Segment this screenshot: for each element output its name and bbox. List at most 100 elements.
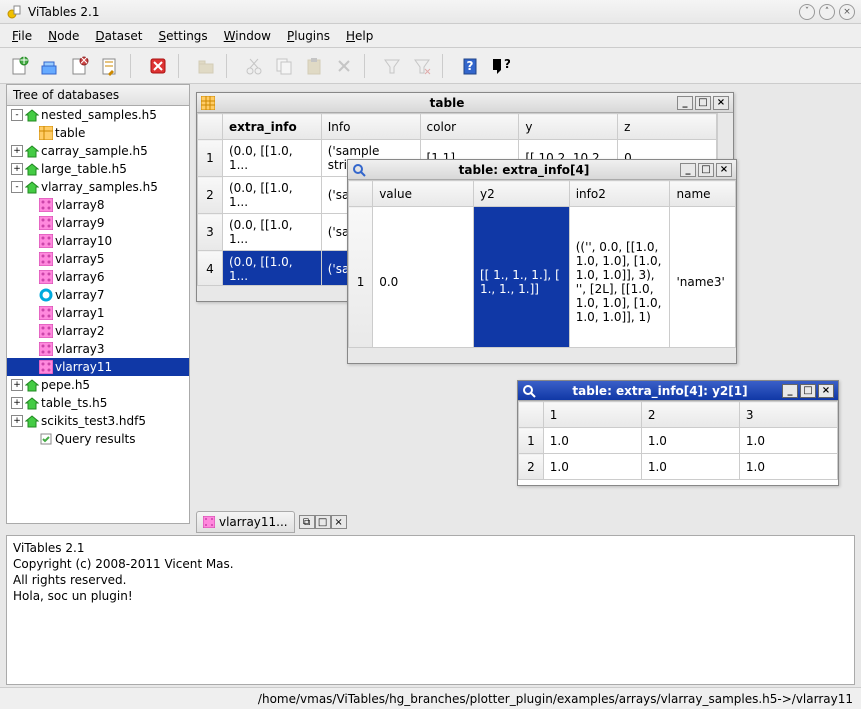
column-header[interactable]: 2 [641, 402, 739, 428]
y2-grid[interactable]: 12311.01.01.021.01.01.0 [518, 401, 838, 480]
tree-expander[interactable]: + [11, 163, 23, 175]
mdi-y2-titlebar[interactable]: table: extra_info[4]: y2[1] _ □ × [518, 381, 838, 401]
tree-item[interactable]: -nested_samples.h5 [7, 106, 189, 124]
column-header[interactable]: 1 [543, 402, 641, 428]
tree-item[interactable]: vlarray8 [7, 196, 189, 214]
column-header[interactable]: color [420, 114, 519, 140]
remove-button[interactable] [330, 52, 358, 80]
column-header[interactable]: extra_info [222, 114, 321, 140]
row-header[interactable]: 4 [198, 251, 223, 286]
cut-button[interactable] [240, 52, 268, 80]
tab-close-button[interactable]: × [331, 515, 347, 529]
table-cell[interactable]: [[ 1., 1., 1.], [ 1., 1., 1.]] [473, 207, 569, 348]
column-header[interactable]: y2 [473, 181, 569, 207]
column-header[interactable]: Info [321, 114, 420, 140]
table-cell[interactable]: (0.0, [[1.0, 1... [222, 214, 321, 251]
tree-item[interactable]: vlarray9 [7, 214, 189, 232]
open-button[interactable] [36, 52, 64, 80]
table-cell[interactable]: 0.0 [373, 207, 474, 348]
mdi-maximize-button[interactable]: □ [695, 96, 711, 110]
mdi-close-button[interactable]: × [713, 96, 729, 110]
column-header[interactable]: z [618, 114, 717, 140]
mdi-maximize-button[interactable]: □ [800, 384, 816, 398]
tree-item[interactable]: +large_table.h5 [7, 160, 189, 178]
tree-expander[interactable]: - [11, 109, 23, 121]
tree-item[interactable]: vlarray11 [7, 358, 189, 376]
tree-expander[interactable]: + [11, 145, 23, 157]
tree-expander[interactable]: - [11, 181, 23, 193]
tree-item[interactable]: vlarray2 [7, 322, 189, 340]
menu-file[interactable]: File [4, 26, 40, 46]
tree-expander[interactable]: + [11, 415, 23, 427]
tab-maximize-button[interactable]: □ [315, 515, 331, 529]
tree-item[interactable]: +table_ts.h5 [7, 394, 189, 412]
extrainfo-grid[interactable]: valuey2info2name 10.0[[ 1., 1., 1.], [ 1.… [348, 180, 736, 347]
menu-dataset[interactable]: Dataset [87, 26, 150, 46]
column-header[interactable]: info2 [569, 181, 670, 207]
tree-item[interactable]: vlarray3 [7, 340, 189, 358]
tree-item[interactable]: +carray_sample.h5 [7, 142, 189, 160]
column-header[interactable]: value [373, 181, 474, 207]
table-cell[interactable]: (0.0, [[1.0, 1... [222, 177, 321, 214]
close-button[interactable]: × [839, 4, 855, 20]
column-header[interactable]: 3 [739, 402, 837, 428]
tree-item[interactable]: vlarray6 [7, 268, 189, 286]
menu-node[interactable]: Node [40, 26, 87, 46]
tree-item[interactable]: table [7, 124, 189, 142]
tree-expander[interactable]: + [11, 397, 23, 409]
table-cell[interactable]: 1.0 [739, 428, 837, 454]
tree-item[interactable]: vlarray7 [7, 286, 189, 304]
table-cell[interactable]: 1.0 [641, 428, 739, 454]
row-header[interactable]: 1 [519, 428, 544, 454]
mdi-minimize-button[interactable]: _ [782, 384, 798, 398]
tree-item[interactable]: vlarray1 [7, 304, 189, 322]
paste-button[interactable] [300, 52, 328, 80]
mdi-table-titlebar[interactable]: table _ □ × [197, 93, 733, 113]
folder-button[interactable] [192, 52, 220, 80]
menu-window[interactable]: Window [216, 26, 279, 46]
tree-body[interactable]: -nested_samples.h5table+carray_sample.h5… [7, 106, 189, 524]
filter-clear-button[interactable] [408, 52, 436, 80]
table-cell[interactable]: 1.0 [543, 428, 641, 454]
menu-help[interactable]: Help [338, 26, 381, 46]
mdi-extrainfo-titlebar[interactable]: table: extra_info[4] _ □ × [348, 160, 736, 180]
tab-vlarray11[interactable]: vlarray11... [196, 511, 295, 533]
close-file-button[interactable]: × [66, 52, 94, 80]
row-header[interactable]: 3 [198, 214, 223, 251]
tree-item[interactable]: +pepe.h5 [7, 376, 189, 394]
whats-this-button[interactable]: ? [486, 52, 514, 80]
maximize-button[interactable]: ˄ [819, 4, 835, 20]
horizontal-scrollbar[interactable] [348, 347, 736, 363]
row-header[interactable]: 2 [519, 454, 544, 480]
mdi-close-button[interactable]: × [716, 163, 732, 177]
table-cell[interactable]: (0.0, [[1.0, 1... [222, 251, 321, 286]
tree-item[interactable]: Query results [7, 430, 189, 448]
row-header[interactable]: 1 [198, 140, 223, 177]
mdi-close-button[interactable]: × [818, 384, 834, 398]
minimize-button[interactable]: ˇ [799, 4, 815, 20]
row-header[interactable]: 2 [198, 177, 223, 214]
tab-restore-button[interactable]: ⧉ [299, 515, 315, 529]
table-cell[interactable]: (('', 0.0, [[1.0, 1.0, 1.0], [1.0, 1.0, … [569, 207, 670, 348]
row-header[interactable]: 1 [349, 207, 373, 348]
tree-item[interactable]: +scikits_test3.hdf5 [7, 412, 189, 430]
filter-button[interactable] [378, 52, 406, 80]
mdi-minimize-button[interactable]: _ [677, 96, 693, 110]
tree-item[interactable]: -vlarray_samples.h5 [7, 178, 189, 196]
menu-plugins[interactable]: Plugins [279, 26, 338, 46]
column-header[interactable]: name [670, 181, 736, 207]
table-cell[interactable]: 1.0 [739, 454, 837, 480]
column-header[interactable]: y [519, 114, 618, 140]
copy-button[interactable] [270, 52, 298, 80]
tree-expander[interactable]: + [11, 379, 23, 391]
table-cell[interactable]: 1.0 [641, 454, 739, 480]
new-file-button[interactable]: + [6, 52, 34, 80]
table-cell[interactable]: 1.0 [543, 454, 641, 480]
help-book-button[interactable]: ? [456, 52, 484, 80]
menu-settings[interactable]: Settings [150, 26, 215, 46]
mdi-maximize-button[interactable]: □ [698, 163, 714, 177]
delete-button[interactable] [144, 52, 172, 80]
tree-item[interactable]: vlarray10 [7, 232, 189, 250]
tree-item[interactable]: vlarray5 [7, 250, 189, 268]
table-cell[interactable]: (0.0, [[1.0, 1... [222, 140, 321, 177]
